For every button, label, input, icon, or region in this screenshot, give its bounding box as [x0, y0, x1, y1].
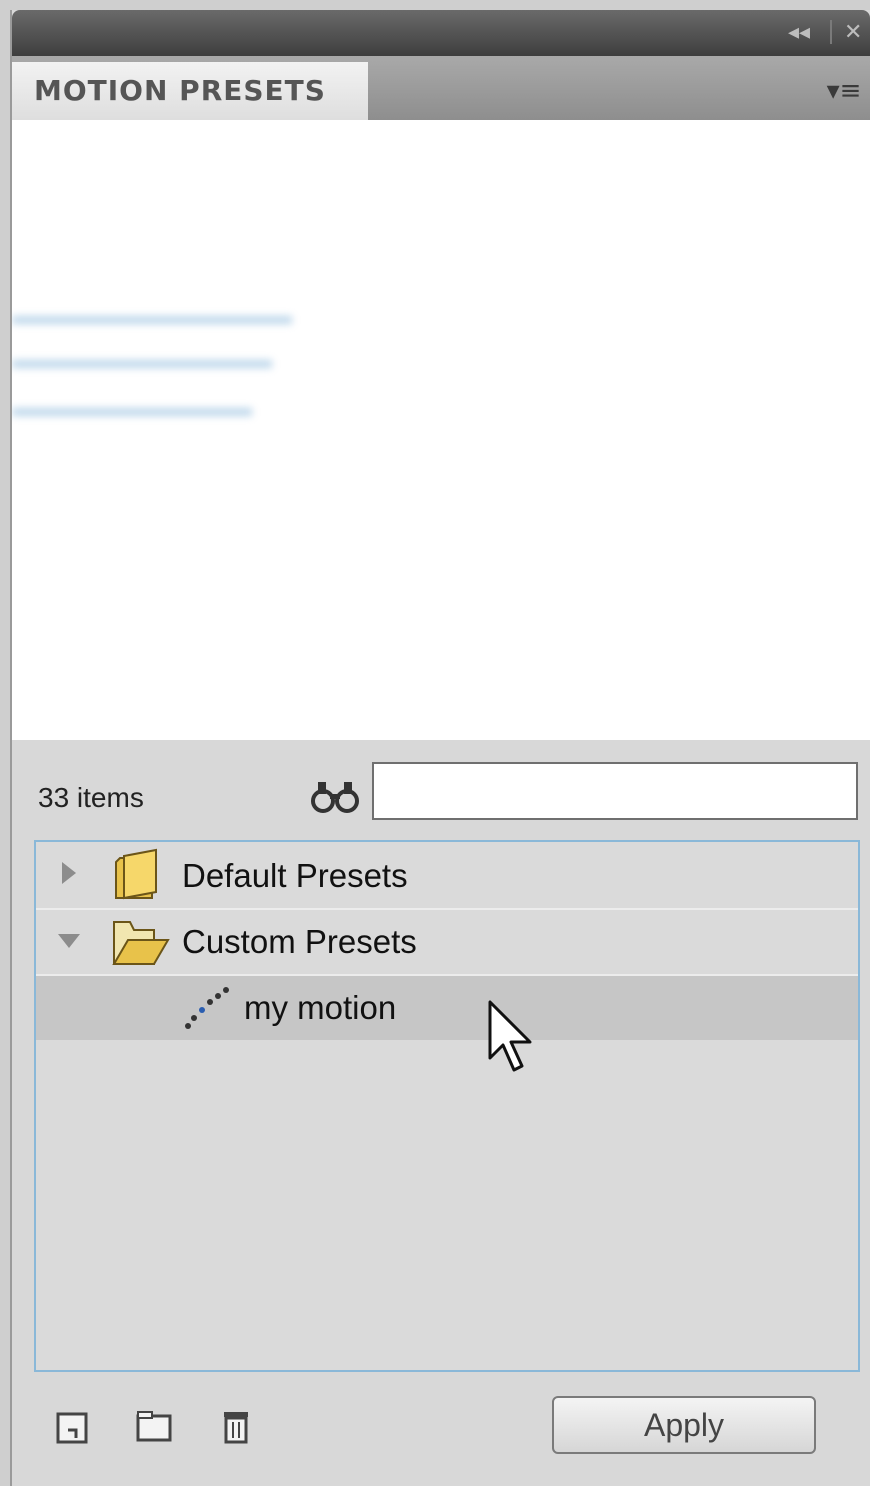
preview-motion-trail [12, 408, 252, 416]
tree-item-label: my motion [244, 989, 397, 1026]
tab-motion-presets[interactable]: MOTION PRESETS [12, 62, 368, 120]
tab-row: MOTION PRESETS ▾≡ [12, 56, 870, 120]
panel-titlebar[interactable]: ◂◂ ✕ [12, 10, 870, 56]
trash-icon[interactable] [216, 1406, 256, 1446]
collapse-arrow-icon[interactable] [58, 934, 80, 948]
new-folder-icon[interactable] [134, 1406, 174, 1446]
item-count-label: 33 items [38, 782, 144, 813]
titlebar-divider [830, 20, 832, 44]
close-icon[interactable]: ✕ [844, 20, 862, 46]
tree-row-my-motion[interactable]: my motion [36, 976, 858, 1040]
folder-open-icon [112, 921, 170, 965]
motion-preset-icon [185, 987, 229, 1029]
double-left-arrow-icon[interactable]: ◂◂ [788, 20, 810, 46]
presets-tree: Default Presets Custom Presets my motion [34, 840, 860, 1372]
tree-row-custom-presets[interactable]: Custom Presets [36, 910, 858, 974]
expand-arrow-icon[interactable] [62, 862, 76, 884]
tree-item-label: Custom Presets [182, 923, 417, 960]
search-input[interactable] [372, 762, 858, 820]
panel-menu-icon[interactable]: ▾≡ [824, 76, 864, 106]
preset-preview-area [12, 120, 870, 740]
mouse-cursor-icon [488, 1000, 532, 1072]
tree-item-label: Default Presets [182, 857, 408, 894]
binoculars-icon [311, 782, 359, 813]
preview-motion-trail [12, 360, 272, 368]
motion-presets-panel: ◂◂ ✕ MOTION PRESETS ▾≡ 33 items Default … [10, 10, 870, 1486]
folder-closed-icon [115, 848, 157, 900]
new-preset-icon[interactable] [52, 1406, 92, 1446]
apply-button[interactable]: Apply [552, 1396, 816, 1454]
tree-row-default-presets[interactable]: Default Presets [36, 844, 858, 908]
preview-motion-trail [12, 316, 292, 324]
